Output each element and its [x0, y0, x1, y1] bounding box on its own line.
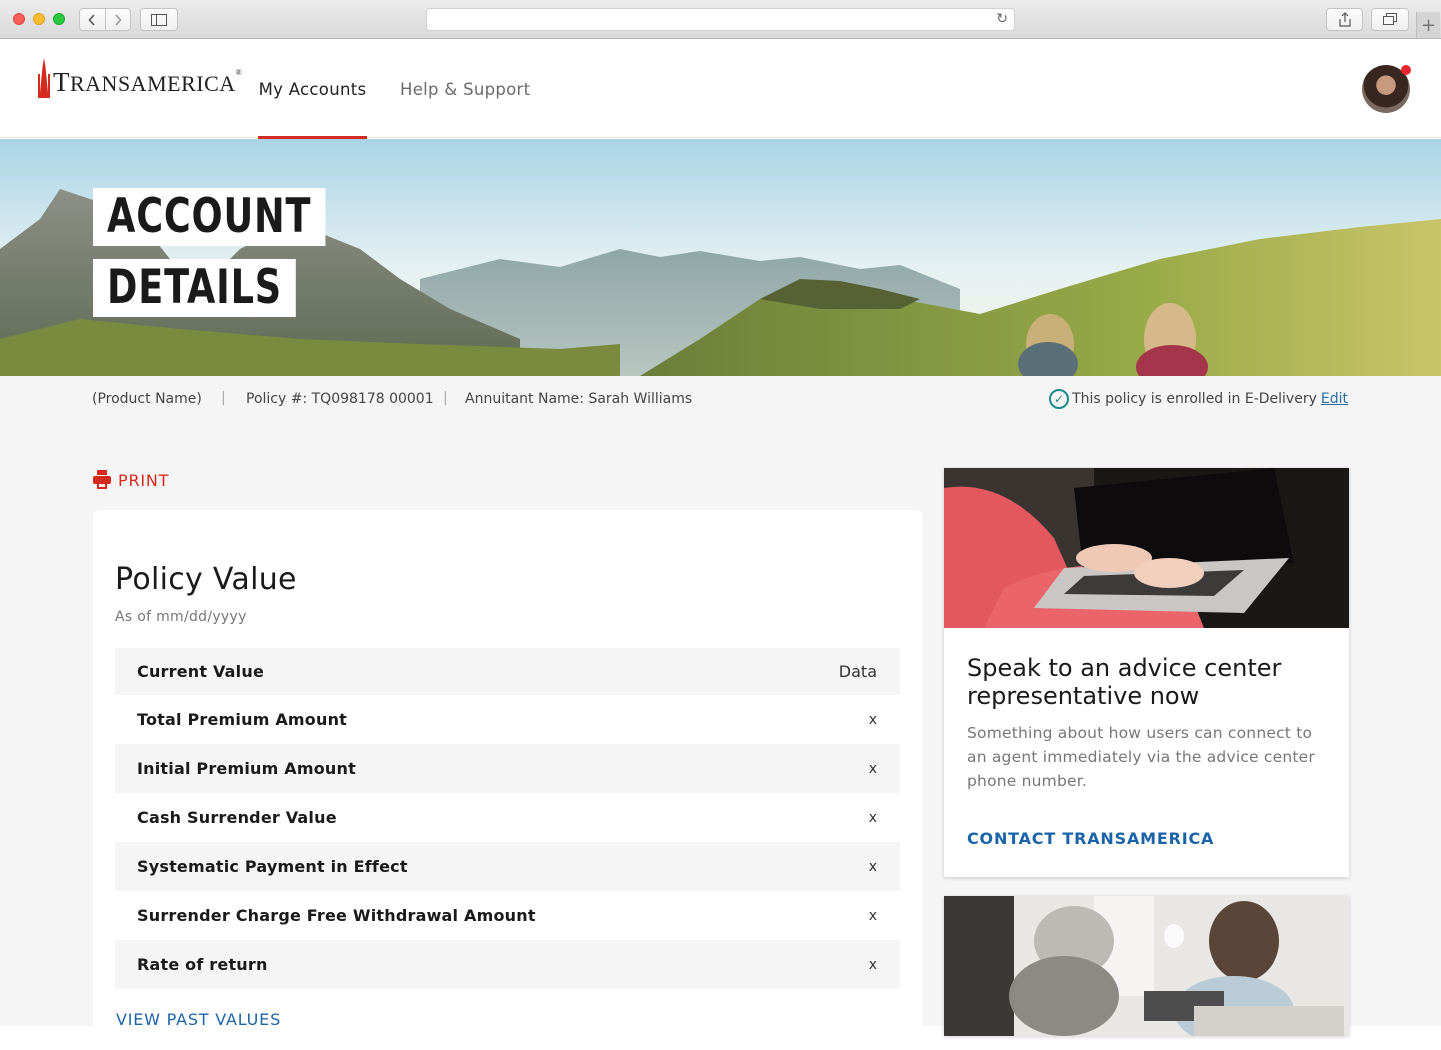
edelivery-status: ✓ This policy is enrolled in E-Delivery … — [1049, 389, 1348, 409]
row-label: Initial Premium Amount — [137, 759, 356, 778]
table-row: Rate of return x — [115, 940, 900, 989]
row-label: Cash Surrender Value — [137, 808, 337, 827]
table-row: Initial Premium Amount x — [115, 744, 900, 793]
edit-edelivery-link[interactable]: Edit — [1321, 391, 1348, 407]
row-value: x — [868, 858, 877, 875]
check-circle-icon: ✓ — [1049, 389, 1070, 409]
transamerica-logo[interactable]: TRANSAMERICA® — [38, 58, 242, 98]
table-row: Systematic Payment in Effect x — [115, 842, 900, 891]
row-value: x — [868, 907, 877, 924]
view-past-values-link[interactable]: VIEW PAST VALUES — [116, 1010, 281, 1029]
nav-help-support[interactable]: Help & Support — [400, 40, 530, 138]
notification-dot — [1401, 65, 1411, 75]
print-label: PRINT — [118, 470, 170, 490]
new-tab-button[interactable]: + — [1416, 12, 1440, 38]
table-row: Surrender Charge Free Withdrawal Amount … — [115, 891, 900, 940]
policy-number: Policy #: TQ098178 00001 — [246, 391, 434, 407]
site-header: TRANSAMERICA® My Accounts Help & Support — [0, 40, 1441, 139]
row-value: x — [868, 760, 877, 777]
contact-transamerica-link[interactable]: CONTACT TRANSAMERICA — [967, 829, 1214, 848]
advice-card-title: Speak to an advice center representative… — [967, 654, 1282, 710]
current-value-data: Data — [838, 662, 877, 681]
policy-value-table: Current Value Data Total Premium Amount … — [115, 648, 900, 989]
secondary-promo-card — [944, 896, 1349, 1036]
policy-value-title: Policy Value — [115, 562, 297, 597]
advice-center-card: Speak to an advice center representative… — [944, 468, 1349, 877]
avatar[interactable] — [1362, 65, 1411, 113]
page-title-line2: DETAILS — [93, 259, 296, 317]
show-tabs-button[interactable] — [1371, 8, 1409, 31]
chevron-left-icon — [88, 13, 95, 26]
row-value: x — [868, 956, 877, 973]
row-value: x — [868, 711, 877, 728]
advice-card-body: Something about how users can connect to… — [967, 724, 1315, 790]
table-header-row: Current Value Data — [115, 648, 900, 695]
history-nav — [79, 8, 131, 31]
printer-icon — [93, 470, 111, 490]
row-label: Surrender Charge Free Withdrawal Amount — [137, 906, 536, 925]
sidebar-icon — [151, 13, 167, 26]
chevron-right-icon — [115, 13, 122, 26]
row-label: Total Premium Amount — [137, 710, 348, 729]
tabs-icon — [1383, 13, 1397, 25]
mountain-landscape-image — [0, 139, 1441, 376]
policy-info-bar: (Product Name) | Policy #: TQ098178 0000… — [0, 376, 1441, 424]
edelivery-text: This policy is enrolled in E-Delivery — [1072, 391, 1317, 407]
address-bar[interactable]: ↻ — [426, 8, 1015, 31]
forward-button[interactable] — [104, 9, 131, 30]
hero-banner: ACCOUNT DETAILS — [0, 139, 1441, 376]
share-button[interactable] — [1326, 8, 1363, 31]
minimize-window-button[interactable] — [33, 13, 45, 25]
table-row: Total Premium Amount x — [115, 695, 900, 744]
table-row: Cash Surrender Value x — [115, 793, 900, 842]
close-window-button[interactable] — [13, 13, 25, 25]
policy-value-card: Policy Value As of mm/dd/yyyy Current Va… — [93, 510, 922, 1050]
laptop-typing-image — [944, 468, 1349, 628]
row-value: x — [868, 809, 877, 826]
current-value-label: Current Value — [137, 662, 265, 681]
share-icon — [1338, 12, 1351, 27]
as-of-date: As of mm/dd/yyyy — [115, 609, 247, 625]
product-name: (Product Name) — [92, 391, 202, 407]
pyramid-logo-icon — [38, 58, 50, 98]
cafe-laptop-image — [944, 896, 1349, 1036]
zoom-window-button[interactable] — [53, 13, 65, 25]
print-button[interactable]: PRINT — [93, 470, 169, 490]
separator: | — [221, 390, 226, 406]
nav-my-accounts[interactable]: My Accounts — [258, 40, 367, 139]
page-title-line1: ACCOUNT — [93, 188, 326, 246]
row-label: Rate of return — [137, 955, 268, 974]
browser-toolbar: ↻ + — [0, 0, 1441, 39]
sidebar-toggle-button[interactable] — [140, 8, 178, 31]
annuitant-name: Annuitant Name: Sarah Williams — [465, 391, 693, 407]
separator: | — [443, 390, 448, 406]
reload-icon[interactable]: ↻ — [996, 11, 1008, 27]
back-button[interactable] — [80, 9, 105, 30]
logo-wordmark: TRANSAMERICA® — [53, 67, 243, 97]
row-label: Systematic Payment in Effect — [137, 857, 408, 876]
